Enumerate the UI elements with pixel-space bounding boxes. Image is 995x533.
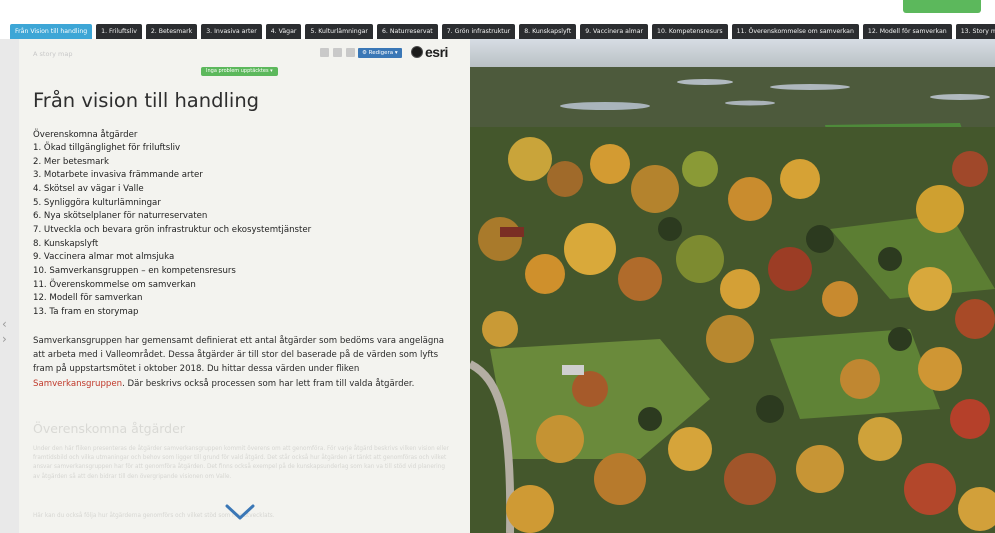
list-item: 12. Modell för samverkan bbox=[33, 293, 143, 304]
list-item: 5. Synliggöra kulturlämningar bbox=[33, 197, 161, 208]
story-panel: A story map ⚙ Redigera ▾ esri Inga probl… bbox=[19, 39, 470, 533]
link-icon[interactable] bbox=[346, 48, 355, 57]
tab-9[interactable]: 8. Kunskapslyft bbox=[519, 24, 577, 39]
tab-3[interactable]: 2. Betesmark bbox=[145, 24, 198, 39]
story-map-label: A story map bbox=[33, 50, 73, 58]
intro-text-end: . Där beskrivs också processen som har l… bbox=[122, 378, 415, 389]
measures-heading: Överenskomna åtgärder bbox=[33, 130, 138, 140]
share-icons bbox=[320, 48, 355, 57]
list-item: 11. Överenskommelse om samverkan bbox=[33, 279, 196, 290]
tab-10[interactable]: 9. Vaccinera almar bbox=[580, 24, 649, 39]
tab-12[interactable]: 11. Överenskommelse om samverkan bbox=[731, 24, 859, 39]
list-item: 13. Ta fram en storymap bbox=[33, 306, 139, 317]
tab-2[interactable]: 1. Friluftsliv bbox=[96, 24, 142, 39]
list-item: 3. Motarbete invasiva främmande arter bbox=[33, 170, 203, 181]
top-bar: Från Vision till handling 1. Friluftsliv 2… bbox=[0, 0, 995, 42]
list-item: 1. Ökad tillgänglighet för friluftsliv bbox=[33, 143, 181, 153]
tab-4[interactable]: 3. Invasiva arter bbox=[201, 24, 262, 39]
tab-11[interactable]: 10. Kompetensresurs bbox=[652, 24, 728, 39]
esri-globe-icon bbox=[411, 46, 423, 58]
tab-5[interactable]: 4. Vägar bbox=[265, 24, 302, 39]
edit-button[interactable]: ⚙ Redigera ▾ bbox=[358, 48, 402, 58]
list-item: 6. Nya skötselplaner för naturreservaten bbox=[33, 211, 208, 222]
left-edge-rail: ‹ › bbox=[0, 39, 19, 533]
side-collapse-icon[interactable]: ‹ › bbox=[2, 317, 14, 347]
intro-paragraph: Samverkansgruppen har gemensamt definier… bbox=[33, 334, 453, 391]
intro-text: Samverkansgruppen har gemensamt definier… bbox=[33, 336, 445, 375]
list-item: 7. Utveckla och bevara grön infrastruktu… bbox=[33, 224, 312, 235]
measures-list: 1. Ökad tillgänglighet för friluftsliv 2.… bbox=[33, 142, 311, 320]
esri-wordmark: esri bbox=[425, 44, 448, 60]
list-item: 10. Samverkansgruppen – en kompetensresu… bbox=[33, 265, 236, 276]
section-heading: Överenskomna åtgärder bbox=[33, 421, 185, 436]
facebook-icon[interactable] bbox=[320, 48, 329, 57]
chevron-down-icon[interactable] bbox=[224, 502, 256, 522]
tab-bar: Från Vision till handling 1. Friluftsliv 2… bbox=[10, 24, 995, 39]
samverkansgruppen-link[interactable]: Samverkansgruppen bbox=[33, 379, 122, 389]
tab-1[interactable]: Från Vision till handling bbox=[10, 24, 93, 39]
tab-8[interactable]: 7. Grön infrastruktur bbox=[441, 24, 516, 39]
esri-logo[interactable]: esri bbox=[411, 44, 448, 60]
tab-13[interactable]: 12. Modell för samverkan bbox=[862, 24, 952, 39]
list-item: 8. Kunskapslyft bbox=[33, 238, 99, 249]
aerial-landscape-photo bbox=[470, 39, 995, 533]
problem-badge[interactable]: Inga problem upptäcktes ▾ bbox=[201, 67, 278, 76]
list-item: 2. Mer betesmark bbox=[33, 156, 109, 167]
status-strip bbox=[903, 0, 981, 13]
tab-6[interactable]: 5. Kulturlämningar bbox=[305, 24, 373, 39]
tab-7[interactable]: 6. Naturreservat bbox=[376, 24, 438, 39]
tab-14[interactable]: 13. Story map bbox=[955, 24, 995, 39]
twitter-icon[interactable] bbox=[333, 48, 342, 57]
list-item: 4. Skötsel av vägar i Valle bbox=[33, 183, 144, 194]
page-title: Från vision till handling bbox=[33, 89, 260, 112]
list-item: 9. Vaccinera almar mot almsjuka bbox=[33, 252, 175, 263]
section-paragraph: Under den här fliken presenteras de åtgä… bbox=[33, 446, 450, 480]
